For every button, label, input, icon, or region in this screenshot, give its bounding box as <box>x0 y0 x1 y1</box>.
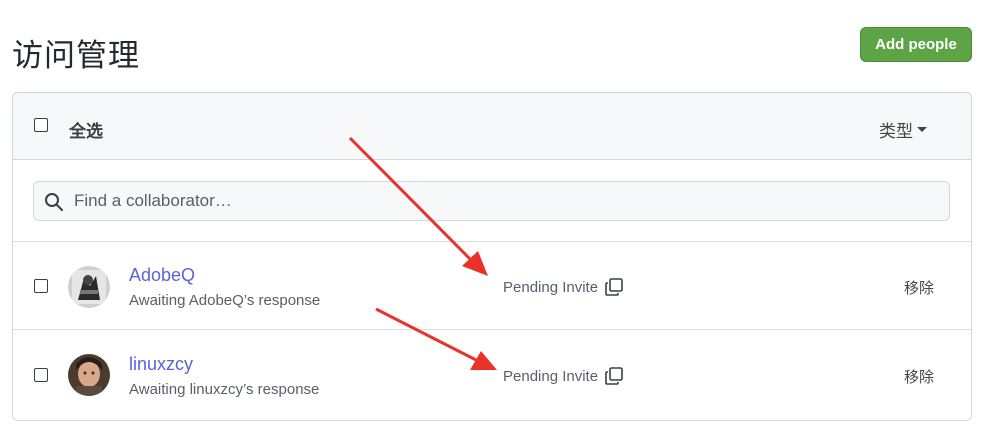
add-people-button[interactable]: Add people <box>860 27 972 62</box>
chevron-down-icon <box>917 127 927 132</box>
remove-button[interactable]: 移除 <box>904 366 934 387</box>
pending-invite-label: Pending Invite <box>503 367 599 385</box>
select-all-checkbox[interactable] <box>34 118 48 132</box>
remove-button[interactable]: 移除 <box>904 277 934 298</box>
pending-invite: Pending Invite <box>503 277 624 297</box>
type-filter-dropdown[interactable]: 类型 <box>879 117 927 142</box>
row-checkbox[interactable] <box>34 368 48 382</box>
panel-header: 全选 类型 <box>13 93 971 160</box>
search-icon <box>45 193 63 211</box>
collaborator-username[interactable]: linuxzcy <box>129 354 193 375</box>
collaborator-status-text: Awaiting linuxzcy’s response <box>129 381 320 398</box>
copy-icon[interactable] <box>604 277 624 297</box>
avatar[interactable] <box>68 354 110 396</box>
collaborator-row: AdobeQ Awaiting AdobeQ’s response Pendin… <box>13 241 971 329</box>
search-input[interactable] <box>74 182 934 220</box>
copy-icon[interactable] <box>604 366 624 386</box>
collaborators-panel: 全选 类型 AdobeQ Awaiting AdobeQ’s response <box>12 92 972 421</box>
collaborator-username[interactable]: AdobeQ <box>129 265 195 286</box>
collaborator-row: linuxzcy Awaiting linuxzcy’s response Pe… <box>13 329 971 417</box>
collaborator-status-text: Awaiting AdobeQ’s response <box>129 292 321 309</box>
select-all-label: 全选 <box>69 122 103 142</box>
avatar[interactable] <box>68 266 110 308</box>
pending-invite-label: Pending Invite <box>503 278 599 296</box>
pending-invite: Pending Invite <box>503 366 624 386</box>
search-box[interactable] <box>33 181 950 221</box>
row-checkbox[interactable] <box>34 279 48 293</box>
page-title: 访问管理 <box>12 38 140 74</box>
type-filter-label: 类型 <box>879 122 913 142</box>
